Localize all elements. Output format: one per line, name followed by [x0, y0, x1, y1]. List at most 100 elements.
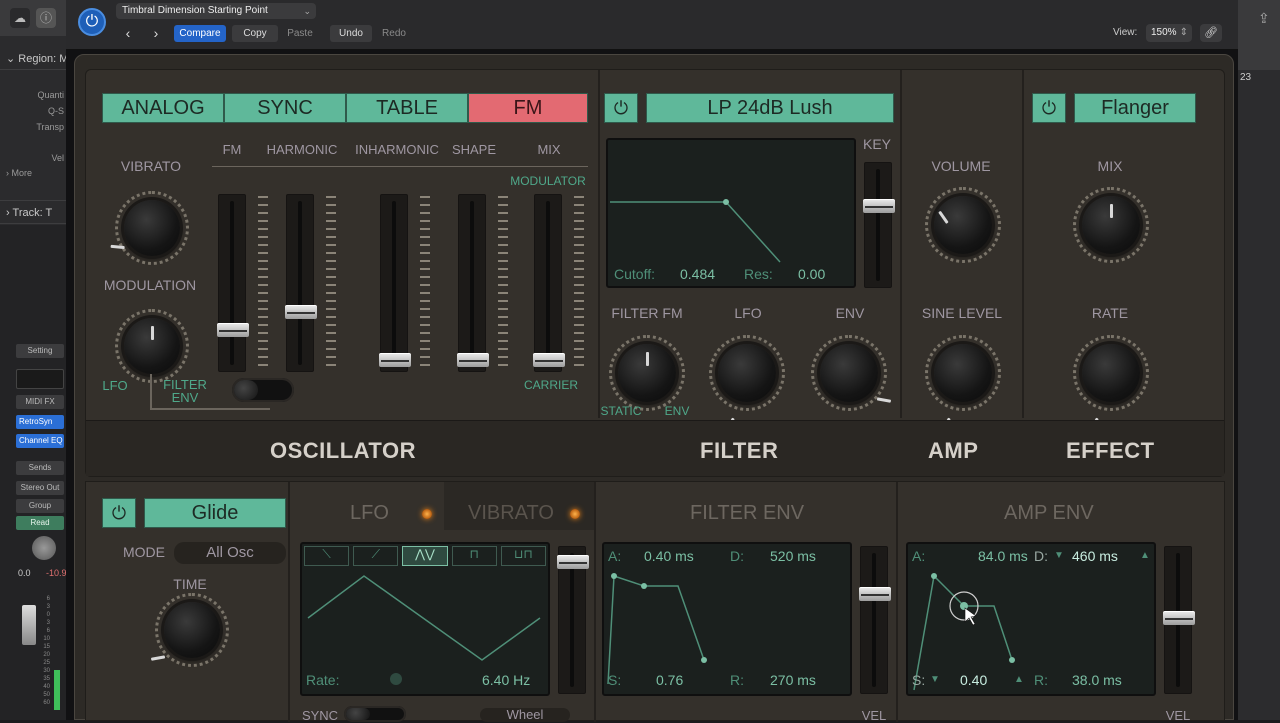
res-label: Res:: [744, 266, 773, 282]
vibrato-knob[interactable]: [110, 191, 189, 265]
redo-button[interactable]: Redo: [372, 25, 416, 42]
channel-strip: Setting MIDI FX RetroSyn Channel EQ Send…: [0, 225, 66, 720]
amp-release-value[interactable]: 38.0 ms: [1072, 672, 1122, 688]
bracket: [150, 374, 152, 410]
scale: [420, 196, 430, 370]
eq-thumbnail[interactable]: [16, 369, 64, 389]
effect-mix-knob[interactable]: [1073, 187, 1149, 263]
inharmonic-fader[interactable]: [379, 194, 411, 372]
tab-sync[interactable]: SYNC: [224, 93, 346, 123]
cutoff-value[interactable]: 0.484: [680, 266, 715, 282]
filter-curve: [610, 199, 781, 263]
mod-source-switch[interactable]: [232, 378, 294, 402]
mode-label: MODE: [123, 544, 165, 560]
ruler-bar-number: 23: [1240, 72, 1252, 83]
share-icon[interactable]: ⇪: [1258, 10, 1270, 27]
lfo-title[interactable]: LFO: [350, 502, 389, 525]
next-preset-button[interactable]: ›: [146, 25, 166, 42]
res-value[interactable]: 0.00: [798, 266, 825, 282]
shape-fader[interactable]: [457, 194, 489, 372]
audio-fx-slot[interactable]: Channel EQ: [16, 434, 64, 448]
filter-env-display[interactable]: A: 0.40 ms D: 520 ms S: 0.76 R: 270 ms: [602, 542, 852, 696]
plugin-power-icon[interactable]: ⏻: [78, 8, 106, 36]
preset-menu[interactable]: Timbral Dimension Starting Point ⌄: [116, 3, 316, 19]
sends-slot[interactable]: Sends: [16, 461, 64, 475]
harmonic-fader[interactable]: [285, 194, 317, 372]
vel-label: VEL: [861, 708, 887, 723]
amp-env-vel-fader[interactable]: [1163, 546, 1195, 694]
tab-fm[interactable]: FM: [468, 93, 588, 123]
more-toggle[interactable]: › More: [0, 168, 66, 178]
velocity-label: Vel: [51, 153, 64, 163]
filter-env-knob[interactable]: [811, 335, 892, 411]
sustain-down-arrow-icon[interactable]: ▼: [930, 674, 940, 685]
tab-analog[interactable]: ANALOG: [102, 93, 224, 123]
amp-attack-value[interactable]: 84.0 ms: [978, 548, 1028, 564]
lfo-rate-value[interactable]: 6.40 Hz: [482, 672, 530, 688]
instrument-slot[interactable]: RetroSyn: [16, 415, 64, 429]
level-meter: [54, 670, 60, 710]
rule: [212, 166, 588, 167]
glide-mode-menu[interactable]: All Osc: [174, 542, 286, 564]
sine-level-knob[interactable]: [925, 335, 1001, 432]
fm-fader[interactable]: [217, 194, 249, 372]
env-small-label: ENV: [664, 404, 690, 418]
filter-power-icon[interactable]: ⏻: [604, 93, 638, 123]
decay-up-arrow-icon[interactable]: ▲: [1140, 550, 1150, 561]
info-icon[interactable]: ⓘ: [36, 8, 56, 28]
view-zoom-select[interactable]: 150% ⇕: [1146, 24, 1192, 42]
effect-section-label: EFFECT: [1066, 438, 1155, 463]
vibrato-label: VIBRATO: [120, 158, 182, 174]
vibrato-title[interactable]: VIBRATO: [468, 502, 554, 525]
copy-button[interactable]: Copy: [232, 25, 278, 42]
filter-type-menu[interactable]: LP 24dB Lush: [646, 93, 894, 123]
filter-lfo-knob[interactable]: [709, 335, 785, 432]
undo-button[interactable]: Undo: [330, 25, 372, 42]
filter-env-vel-fader[interactable]: [859, 546, 891, 694]
effect-power-icon[interactable]: ⏻: [1032, 93, 1066, 123]
pan-knob[interactable]: [32, 536, 56, 560]
midi-fx-slot[interactable]: MIDI FX: [16, 395, 64, 409]
effect-type-menu[interactable]: Flanger: [1074, 93, 1196, 123]
amp-sustain-value[interactable]: 0.40: [960, 672, 987, 688]
daw-inspector: ☁ ⓘ ⌄ Region: M Quanti Q-S Transp Vel › …: [0, 0, 66, 720]
automation-mode[interactable]: Read: [16, 516, 64, 530]
group-slot[interactable]: Group: [16, 499, 64, 513]
time-label: TIME: [173, 576, 207, 592]
region-header[interactable]: ⌄ Region: M: [0, 48, 66, 70]
glide-time-knob[interactable]: [150, 593, 229, 667]
compare-button[interactable]: Compare: [174, 25, 226, 42]
amp-decay-value[interactable]: 460 ms: [1072, 548, 1118, 564]
filter-fm-knob[interactable]: [609, 335, 685, 411]
glide-power-icon[interactable]: ⏻: [102, 498, 136, 528]
setting-button[interactable]: Setting: [16, 344, 64, 358]
paste-button[interactable]: Paste: [278, 25, 322, 42]
filter-decay-value[interactable]: 520 ms: [770, 548, 816, 564]
filter-release-value[interactable]: 270 ms: [770, 672, 816, 688]
volume-knob[interactable]: [925, 187, 1001, 263]
decay-down-arrow-icon[interactable]: ▼: [1054, 550, 1064, 561]
track-header[interactable]: › Track: T: [0, 200, 66, 224]
filter-sustain-value[interactable]: 0.76: [656, 672, 683, 688]
divider: [900, 70, 902, 418]
lfo-label: LFO: [102, 378, 128, 393]
mix-label: MIX: [1097, 158, 1123, 174]
lfo-display[interactable]: ⟍ ⟋ ⋀⋁ ⊓ ⊔⊓ Rate: 6.40 Hz: [300, 542, 550, 696]
modulation-knob[interactable]: [115, 309, 189, 383]
link-icon[interactable]: 🔗︎: [1200, 24, 1222, 42]
glide-button[interactable]: Glide: [144, 498, 286, 528]
mix-fader[interactable]: [533, 194, 565, 372]
library-icon[interactable]: ☁: [10, 8, 30, 28]
filter-display[interactable]: Cutoff: 0.484 Res: 0.00: [606, 138, 856, 288]
key-fader[interactable]: [863, 162, 895, 288]
amp-env-display[interactable]: A: 84.0 ms D: ▼ 460 ms ▲ S: ▼ 0.40 ▲ R: …: [906, 542, 1156, 696]
sustain-up-arrow-icon[interactable]: ▲: [1014, 674, 1024, 685]
tab-table[interactable]: TABLE: [346, 93, 468, 123]
effect-rate-knob[interactable]: [1073, 335, 1149, 432]
lfo-amount-fader[interactable]: [557, 546, 589, 694]
filter-attack-value[interactable]: 0.40 ms: [644, 548, 694, 564]
prev-preset-button[interactable]: ‹: [118, 25, 138, 42]
chevron-down-icon: ⌄: [303, 6, 311, 16]
output-slot[interactable]: Stereo Out: [16, 481, 64, 495]
volume-fader[interactable]: [22, 605, 36, 645]
